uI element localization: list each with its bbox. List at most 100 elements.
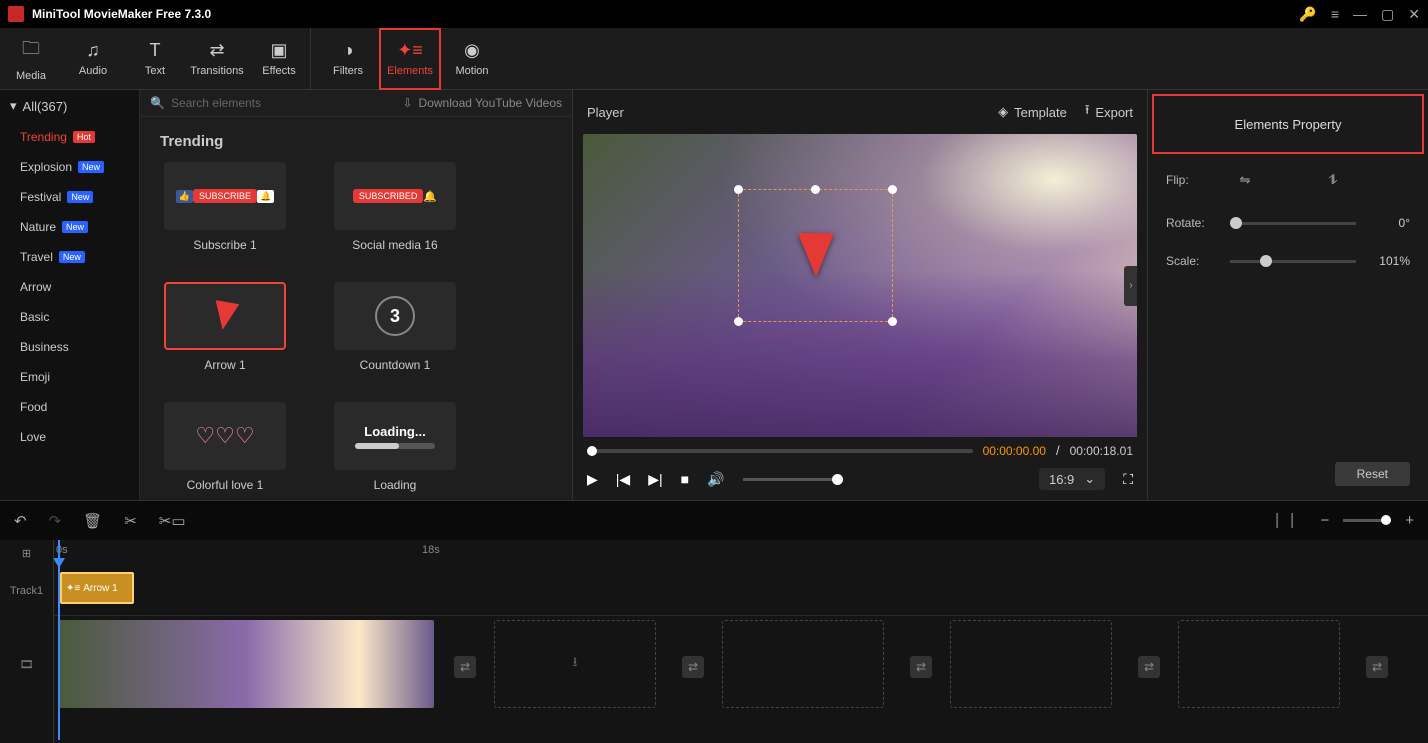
next-frame-button[interactable]: ▶| [648, 471, 662, 488]
transition-slot-icon[interactable]: ⇄ [682, 656, 704, 678]
maximize-button[interactable]: ▢ [1381, 6, 1394, 23]
empty-clip-slot[interactable] [1178, 620, 1340, 708]
element-item[interactable]: Loading...Loading [330, 402, 460, 492]
category-label: Arrow [20, 280, 51, 294]
scale-slider[interactable] [1230, 260, 1356, 263]
preview-viewport[interactable]: › [583, 134, 1137, 437]
volume-icon[interactable]: 🔊 [707, 471, 724, 488]
element-item[interactable]: Arrow 1 [160, 282, 290, 372]
export-button[interactable]: ⭱Export [1085, 101, 1133, 123]
reset-button[interactable]: Reset [1335, 462, 1410, 486]
element-thumbnail[interactable]: ♡♡♡ [164, 402, 286, 470]
delete-button[interactable]: 🗑 [83, 512, 102, 530]
flip-vertical-button[interactable]: ⥮ [1318, 168, 1348, 192]
text-tab[interactable]: TText [124, 28, 186, 90]
seek-slider[interactable] [587, 449, 973, 453]
transition-slot-icon[interactable]: ⇄ [1366, 656, 1388, 678]
collapse-panel-icon[interactable]: › [1124, 266, 1137, 306]
timeline-options-icon[interactable]: ⎸⎸ [1276, 512, 1306, 529]
undo-button[interactable]: ↶ [14, 512, 27, 530]
playhead[interactable] [58, 540, 60, 740]
category-food[interactable]: Food [0, 392, 139, 422]
search-input[interactable]: 🔍 Search elements [150, 96, 394, 110]
element-item[interactable]: 3 Countdown 1 [330, 282, 460, 372]
download-youtube-link[interactable]: ⇩ Download YouTube Videos [402, 96, 562, 110]
empty-clip-slot[interactable] [950, 620, 1112, 708]
resize-handle[interactable] [734, 317, 743, 326]
effects-icon: ▣ [270, 40, 287, 61]
property-panel-title: Elements Property [1152, 94, 1424, 154]
resize-handle[interactable] [734, 185, 743, 194]
fullscreen-button[interactable]: ⛶ [1123, 471, 1133, 488]
element-label: Countdown 1 [360, 358, 431, 372]
motion-tab[interactable]: ◉Motion [441, 28, 503, 90]
elements-track[interactable]: ✦≡Arrow 1 [54, 566, 1428, 616]
aspect-ratio-select[interactable]: 16:9⌄ [1039, 468, 1105, 490]
category-label: Business [20, 340, 69, 354]
play-button[interactable]: ▶ [587, 471, 598, 488]
category-trending[interactable]: TrendingHot [0, 122, 139, 152]
license-key-icon[interactable]: 🔑 [1299, 6, 1316, 23]
search-icon: 🔍 [150, 96, 165, 110]
element-thumbnail[interactable] [164, 282, 286, 350]
category-love[interactable]: Love [0, 422, 139, 452]
video-clip[interactable] [58, 620, 434, 708]
template-icon: ◈ [998, 104, 1008, 120]
close-button[interactable]: ✕ [1408, 6, 1420, 23]
transitions-tab[interactable]: ⇄Transitions [186, 28, 248, 90]
empty-clip-slot[interactable] [722, 620, 884, 708]
prev-frame-button[interactable]: |◀ [616, 471, 630, 488]
filters-tab[interactable]: ◑Filters [317, 28, 379, 90]
element-item[interactable]: 👍 SUBSCRIBE 🔔Subscribe 1 [160, 162, 290, 252]
category-travel[interactable]: TravelNew [0, 242, 139, 272]
stop-button[interactable]: ■ [681, 471, 689, 487]
zoom-slider[interactable] [1343, 519, 1391, 522]
time-ruler[interactable]: 0s 18s [54, 540, 1428, 566]
template-button[interactable]: ◈Template [998, 104, 1067, 120]
redo-button[interactable]: ↷ [49, 512, 62, 530]
element-clip[interactable]: ✦≡Arrow 1 [60, 572, 134, 604]
video-track[interactable]: ⇄ ⭳ ⇄ ⇄ ⇄ ⇄ [54, 616, 1428, 712]
empty-clip-slot[interactable]: ⭳ [494, 620, 656, 708]
category-arrow[interactable]: Arrow [0, 272, 139, 302]
transition-slot-icon[interactable]: ⇄ [454, 656, 476, 678]
crop-button[interactable]: ✂▭ [159, 512, 186, 530]
split-button[interactable]: ✂ [124, 512, 137, 530]
player-panel: Player ◈Template ⭱Export › 00:00:00.00 /… [572, 90, 1148, 500]
element-thumbnail[interactable]: 3 [334, 282, 456, 350]
menu-icon[interactable]: ≡ [1331, 6, 1339, 22]
audio-tab[interactable]: ♫Audio [62, 28, 124, 90]
effects-tab[interactable]: ▣Effects [248, 28, 310, 90]
category-festival[interactable]: FestivalNew [0, 182, 139, 212]
category-nature[interactable]: NatureNew [0, 212, 139, 242]
resize-handle[interactable] [888, 185, 897, 194]
elements-tab[interactable]: ✦≡Elements [379, 28, 441, 90]
property-panel: Elements Property Flip: ⇋ ⥮ Rotate: 0° S… [1148, 90, 1428, 500]
arrow-element-preview[interactable] [798, 233, 834, 277]
zoom-out-button[interactable]: − [1320, 512, 1329, 529]
element-thumbnail[interactable]: 👍 SUBSCRIBE 🔔 [164, 162, 286, 230]
zoom-in-button[interactable]: + [1405, 512, 1414, 529]
media-tab[interactable]: 🗀Media [0, 28, 62, 90]
element-transform-box[interactable] [738, 189, 893, 322]
flip-horizontal-button[interactable]: ⇋ [1230, 168, 1260, 192]
add-track-button[interactable]: ⊞ [0, 540, 53, 566]
rotate-slider[interactable] [1230, 222, 1356, 225]
filters-icon: ◑ [343, 40, 354, 61]
top-toolbar: 🗀Media ♫Audio TText ⇄Transitions ▣Effect… [0, 28, 1428, 90]
transition-slot-icon[interactable]: ⇄ [1138, 656, 1160, 678]
category-emoji[interactable]: Emoji [0, 362, 139, 392]
minimize-button[interactable]: — [1353, 6, 1367, 22]
category-business[interactable]: Business [0, 332, 139, 362]
resize-handle[interactable] [888, 317, 897, 326]
element-item[interactable]: ♡♡♡Colorful love 1 [160, 402, 290, 492]
category-all[interactable]: ▾All(367) [0, 90, 139, 122]
element-thumbnail[interactable]: Loading... [334, 402, 456, 470]
category-basic[interactable]: Basic [0, 302, 139, 332]
element-thumbnail[interactable]: SUBSCRIBED 🔔 [334, 162, 456, 230]
volume-slider[interactable] [743, 478, 843, 481]
element-item[interactable]: SUBSCRIBED 🔔Social media 16 [330, 162, 460, 252]
transition-slot-icon[interactable]: ⇄ [910, 656, 932, 678]
category-explosion[interactable]: ExplosionNew [0, 152, 139, 182]
rotate-handle[interactable] [811, 185, 820, 194]
